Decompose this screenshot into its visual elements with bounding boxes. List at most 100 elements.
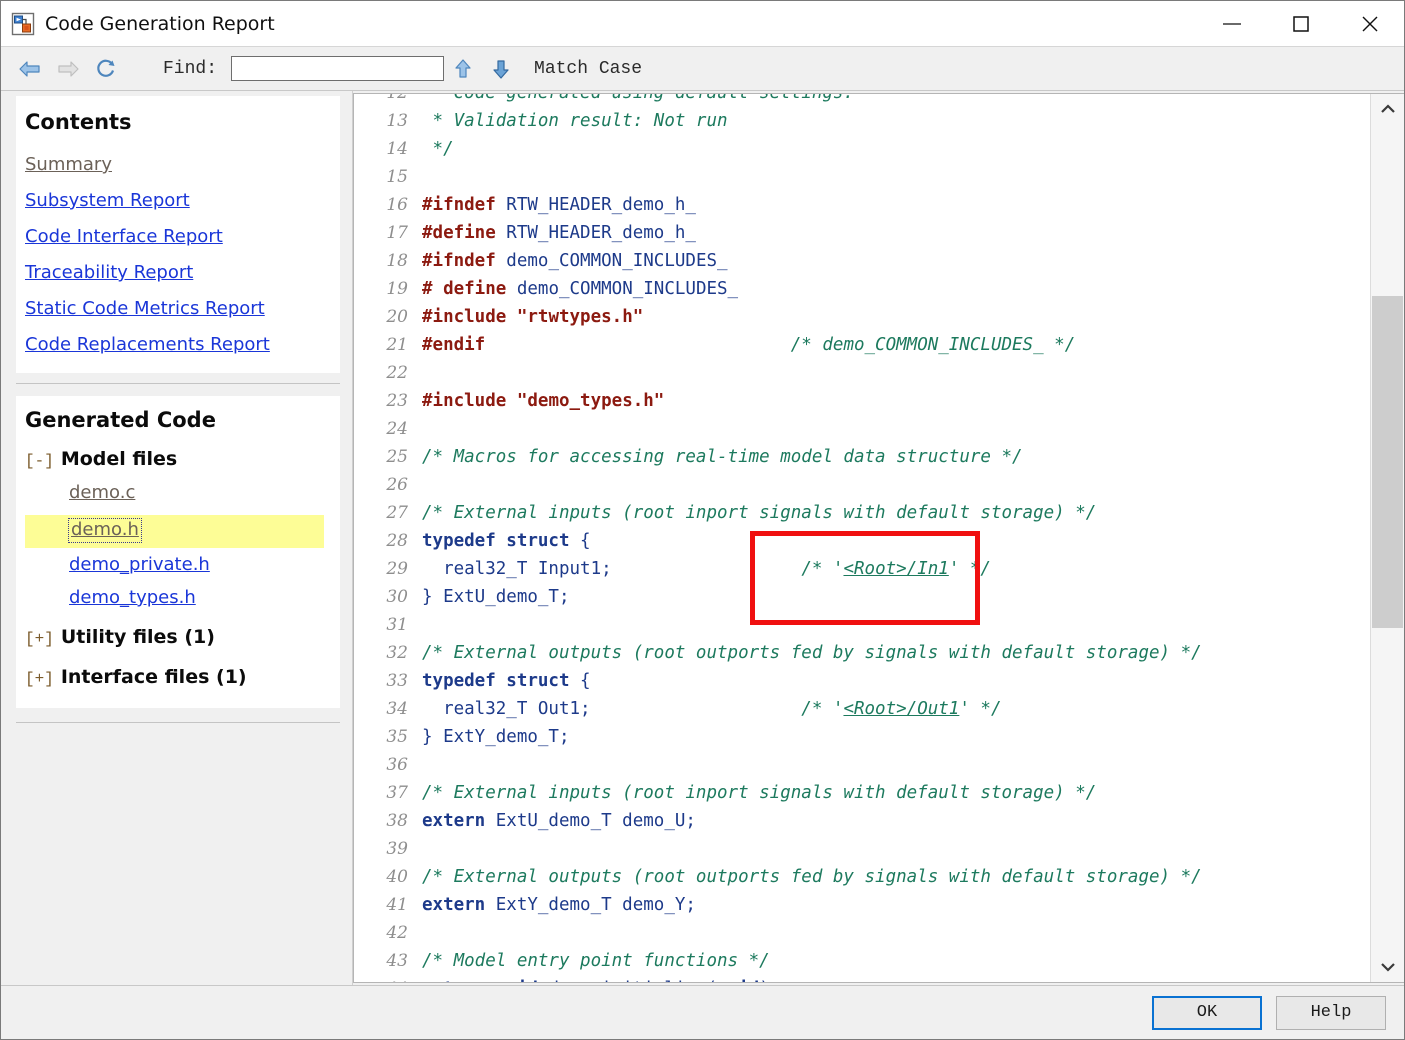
line-number: 41: [386, 895, 408, 915]
toc-link-summary[interactable]: Summary: [25, 154, 324, 175]
code-token: #ifndef: [422, 195, 496, 215]
code-line: 31: [354, 611, 1371, 639]
code-line: 44extern void demo_initialize(void);: [354, 975, 1371, 982]
tree-file-demo-c[interactable]: demo.c: [69, 482, 135, 503]
line-number: 35: [386, 727, 408, 747]
line-text: /* External outputs (root outports fed b…: [408, 863, 1202, 891]
code-block-link[interactable]: <Root>/In1: [843, 559, 948, 579]
expand-toggle-icon-2[interactable]: [+]: [25, 670, 54, 688]
code-line: 33 typedef struct {: [354, 667, 1371, 695]
code-token: # define: [422, 279, 507, 299]
expand-toggle-icon[interactable]: [+]: [25, 630, 54, 648]
code-line: 12 * Code generated using default settin…: [354, 94, 1371, 107]
toc-link-static-code-metrics-report[interactable]: Static Code Metrics Report: [25, 298, 324, 319]
vertical-scrollbar[interactable]: [1370, 94, 1404, 982]
line-number: 19: [386, 279, 408, 299]
line-number: 31: [386, 615, 408, 635]
code-line: 28 typedef struct {: [354, 527, 1371, 555]
line-number: 43: [386, 951, 408, 971]
toc-link-subsystem-report[interactable]: Subsystem Report: [25, 190, 324, 211]
line-number: 39: [386, 839, 408, 859]
code-view-panel: 12 * Code generated using default settin…: [353, 93, 1404, 983]
tree-node-interface-files[interactable]: [+] Interface files (1): [25, 666, 324, 688]
line-number: 40: [386, 867, 408, 887]
code-token: typedef struct: [422, 531, 570, 551]
code-line: 19 # define demo_COMMON_INCLUDES_: [354, 275, 1371, 303]
code-token: /* ': [801, 699, 844, 719]
up-arrow-icon[interactable]: [444, 54, 482, 84]
title-bar: Code Generation Report: [1, 1, 1404, 46]
line-text: real32_T Input1; /* '<Root>/In1' */: [408, 555, 991, 583]
ok-button[interactable]: OK: [1152, 995, 1262, 1030]
search-input[interactable]: [231, 56, 445, 81]
line-number: 25: [386, 447, 408, 467]
code-line: 20 #include "rtwtypes.h": [354, 303, 1371, 331]
line-number: 14: [386, 139, 408, 159]
toc-link-code-interface-report[interactable]: Code Interface Report: [25, 226, 324, 247]
scroll-up-icon[interactable]: [1371, 94, 1404, 124]
refresh-icon[interactable]: [89, 54, 123, 84]
line-text: */: [408, 135, 454, 163]
code-listing: 12 * Code generated using default settin…: [354, 94, 1371, 982]
tree-file-demo-h-row[interactable]: demo.h: [25, 515, 324, 548]
code-line: 35} ExtY_demo_T;: [354, 723, 1371, 751]
code-line: 24: [354, 415, 1371, 443]
line-number: 13: [386, 111, 408, 131]
code-token: RTW_HEADER_demo_h_: [495, 195, 696, 215]
code-line: 26: [354, 471, 1371, 499]
minimize-icon[interactable]: [1197, 1, 1266, 46]
generated-code-card: Generated Code [-] Model files demo.c dem…: [16, 396, 340, 708]
code-token: ExtU_demo_T demo_U;: [485, 811, 696, 831]
code-token: #endif: [422, 335, 486, 355]
code-line: 29 real32_T Input1; /* '<Root>/In1' */: [354, 555, 1371, 583]
line-text: #include "rtwtypes.h": [408, 303, 643, 331]
back-arrow-icon[interactable]: [13, 54, 47, 84]
line-text: #ifndef RTW_HEADER_demo_h_: [408, 191, 696, 219]
code-token: /* ': [801, 559, 844, 579]
line-text: /* External outputs (root outports fed b…: [408, 639, 1202, 667]
tree-node-utility-files[interactable]: [+] Utility files (1): [25, 626, 324, 648]
line-number: 23: [386, 391, 408, 411]
code-token: extern: [422, 895, 486, 915]
line-number: 18: [386, 251, 408, 271]
toc-link-code-replacements-report[interactable]: Code Replacements Report: [25, 334, 324, 355]
close-icon[interactable]: [1335, 1, 1404, 46]
code-token: #ifndef: [422, 251, 496, 271]
match-case-label[interactable]: Match Case: [534, 59, 642, 79]
code-line: 32 /* External outputs (root outports fed…: [354, 639, 1371, 667]
line-number: 36: [386, 755, 408, 775]
code-token: {: [569, 531, 591, 551]
code-line: 40 /* External outputs (root outports fed…: [354, 863, 1371, 891]
code-token: #define: [422, 223, 496, 243]
scrollbar-thumb[interactable]: [1372, 296, 1403, 628]
line-number: 16: [386, 195, 408, 215]
collapse-toggle-icon[interactable]: [-]: [25, 452, 54, 470]
toc-link-traceability-report[interactable]: Traceability Report: [25, 262, 324, 283]
code-line: 16 #ifndef RTW_HEADER_demo_h_: [354, 191, 1371, 219]
code-token: "rtwtypes.h": [516, 307, 644, 327]
scrollbar-track[interactable]: [1371, 124, 1404, 952]
code-line: 36: [354, 751, 1371, 779]
tree-file-demo-h[interactable]: demo.h: [68, 518, 142, 543]
line-number: 21: [386, 335, 408, 355]
down-arrow-icon[interactable]: [482, 54, 520, 84]
line-number: 15: [386, 167, 408, 187]
code-token: {: [569, 671, 591, 691]
line-text: /* Macros for accessing real-time model …: [408, 443, 1023, 471]
code-token: demo_COMMON_INCLUDES_: [495, 251, 728, 271]
scroll-down-icon[interactable]: [1371, 952, 1404, 982]
code-token: extern: [422, 811, 486, 831]
tree-file-demo-types-h[interactable]: demo_types.h: [69, 587, 196, 608]
code-line: 30} ExtU_demo_T;: [354, 583, 1371, 611]
maximize-icon[interactable]: [1266, 1, 1335, 46]
help-button[interactable]: Help: [1276, 995, 1386, 1030]
tree-node-model-files[interactable]: [-] Model files: [25, 448, 324, 470]
code-token: * Code generated using default settings.: [422, 94, 854, 103]
line-text: } ExtU_demo_T;: [408, 583, 570, 611]
code-token: /* External inputs (root inport signals …: [422, 503, 1097, 523]
tree-file-demo-private-h[interactable]: demo_private.h: [69, 554, 210, 575]
code-block-link[interactable]: <Root>/Out1: [843, 699, 959, 719]
code-line: 41 extern ExtY_demo_T demo_Y;: [354, 891, 1371, 919]
